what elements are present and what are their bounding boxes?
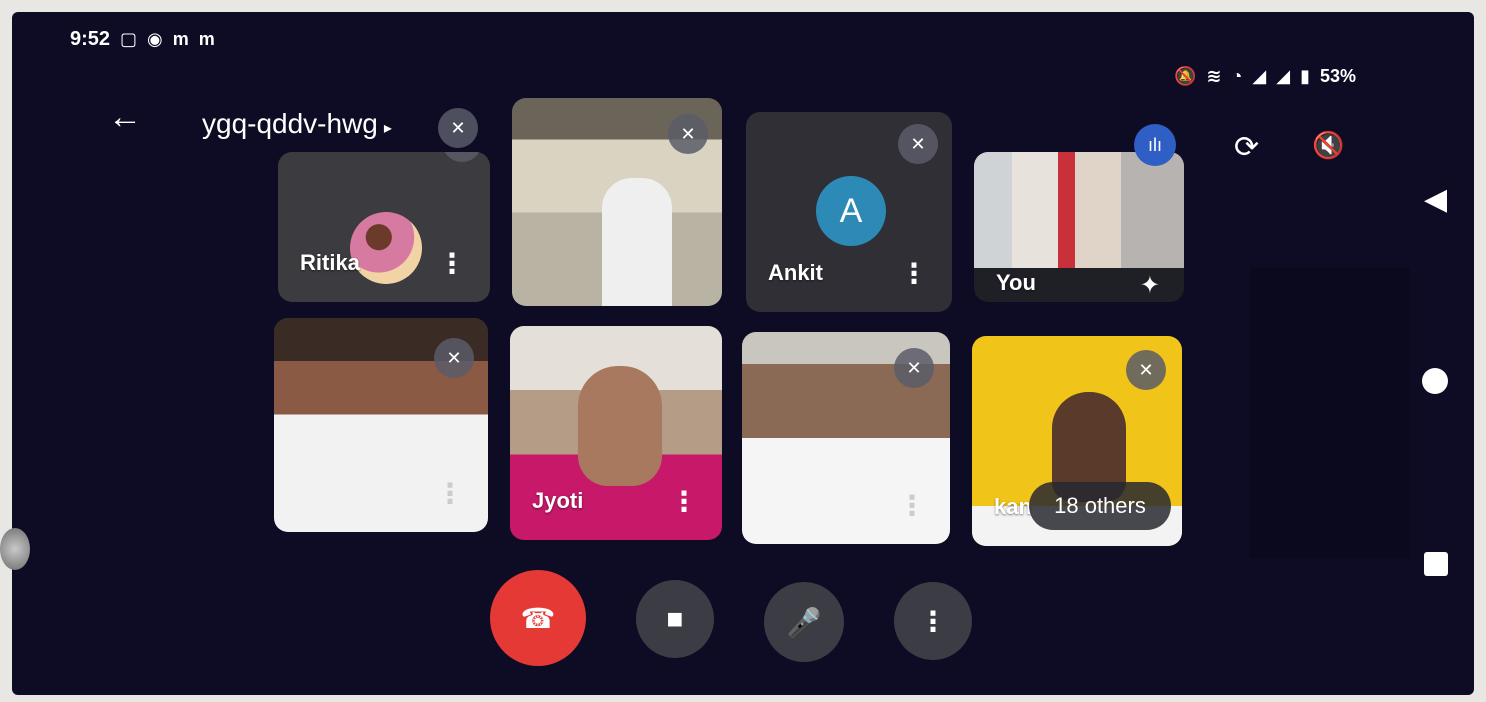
participant-name: Ritika (300, 250, 360, 275)
battery-icon: ▮ (1300, 66, 1310, 86)
participant-name: kan (994, 494, 1032, 519)
microphone-toggle-button[interactable]: 🎤 (764, 582, 844, 662)
battery-percent: 53% (1319, 66, 1356, 86)
photo-clip (0, 528, 30, 570)
others-count-badge[interactable]: 18 others (1029, 482, 1171, 530)
participant-tile-jyoti[interactable]: Jyoti ⋮ (510, 326, 722, 540)
silent-icon: 🔕 (1173, 66, 1197, 86)
mic-off-icon: ✕ (898, 124, 938, 164)
gmail-icon: m (172, 29, 189, 49)
more-options-icon[interactable]: ⋮ (438, 250, 466, 278)
signal-icon: ◢ (1252, 66, 1267, 86)
switch-camera-icon[interactable]: ⟳ (1234, 130, 1259, 165)
volte-icon: ≋ (1206, 66, 1222, 86)
speaking-indicator-icon: ılı (1134, 124, 1176, 166)
wifi-icon: ◔ (1231, 66, 1243, 86)
audio-off-icon[interactable]: 🔇 (1312, 130, 1344, 161)
more-vertical-icon: ⋮ (919, 605, 947, 637)
mic-off-icon: ✕ (668, 114, 708, 154)
effects-sparkle-icon[interactable]: ✦ (1140, 274, 1160, 298)
participant-figure (602, 178, 672, 306)
chevron-right-icon: ▸ (383, 120, 392, 137)
meeting-code[interactable]: ygq-qddv-hwg ▸ (202, 108, 392, 140)
camera-toggle-button[interactable]: ■ (636, 580, 714, 658)
avatar (350, 212, 422, 284)
nav-recents-icon[interactable] (1424, 552, 1448, 576)
participant-tile-video[interactable]: ✕ (512, 98, 722, 306)
status-bar-right: 🔕 ≋ ◔ ◢ ◢ ▮ 53% (1174, 66, 1356, 87)
more-options-icon[interactable]: ⋮ (436, 480, 464, 508)
nav-home-icon[interactable] (1422, 368, 1448, 394)
mic-off-icon: ✕ (438, 108, 478, 148)
back-arrow-icon[interactable]: ← (108, 98, 142, 137)
meeting-code-text: ygq-qddv-hwg (202, 108, 378, 139)
signal-icon: ◢ (1276, 66, 1291, 86)
mic-off-icon: ✕ (434, 338, 474, 378)
participant-name: Jyoti (532, 488, 584, 513)
more-options-icon[interactable]: ⋮ (670, 488, 698, 516)
participant-tile-ritika[interactable]: ✕ Ritika ⋮ (278, 152, 490, 302)
mic-off-icon: ✕ (1126, 350, 1166, 390)
participant-tile-video[interactable]: ✕ ⋮ (274, 318, 488, 532)
end-call-button[interactable]: ☎ (490, 570, 586, 666)
participant-face (578, 366, 662, 486)
participant-name: Ankit (768, 260, 823, 285)
mic-off-icon: ✕ (894, 348, 934, 388)
camera-icon: ■ (666, 603, 684, 634)
background-shade (1250, 268, 1410, 558)
participant-name: You (996, 270, 1036, 295)
more-options-icon[interactable]: ⋮ (898, 492, 926, 520)
more-options-icon[interactable]: ⋮ (900, 260, 928, 288)
mic-off-icon: ✕ (442, 152, 482, 162)
clock: 9:52 (70, 28, 111, 50)
gmail-icon: m (198, 29, 215, 49)
self-video-feed (974, 152, 1184, 268)
notification-icon: ▢ (120, 29, 138, 49)
phone-hangup-icon: ☎ (520, 602, 556, 634)
microphone-icon: 🎤 (786, 606, 822, 638)
compass-icon: ◉ (147, 29, 163, 49)
avatar: A (816, 176, 886, 246)
participant-tile-video[interactable]: ✕ ⋮ (742, 332, 950, 544)
meet-screen: 9:52 ▢ ◉ m m 🔕 ≋ ◔ ◢ ◢ ▮ 53% ← ygq-qddv-… (12, 12, 1474, 695)
status-bar-left: 9:52 ▢ ◉ m m (70, 28, 215, 51)
participant-tile-ankit[interactable]: A ✕ Ankit ⋮ (746, 112, 952, 312)
more-options-button[interactable]: ⋮ (894, 582, 972, 660)
participant-tile-you[interactable]: You ✦ (974, 152, 1184, 302)
nav-back-icon[interactable]: ◀ (1424, 182, 1447, 217)
